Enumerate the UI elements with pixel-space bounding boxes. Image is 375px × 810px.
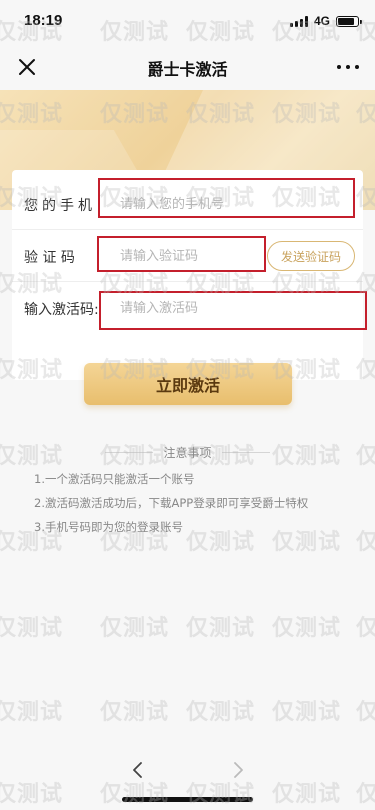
- home-indicator: [122, 797, 253, 802]
- watermark-text: 仅测试: [186, 616, 256, 641]
- phone-label: 您的手机: [24, 198, 96, 214]
- watermark-text: 仅测试: [272, 700, 342, 725]
- watermark-text: 仅测试: [100, 616, 170, 641]
- page-title: 爵士卡激活: [147, 60, 228, 79]
- watermark-text: 仅测试: [186, 700, 256, 725]
- notes-title: 注意事项: [163, 445, 212, 460]
- activation-code-input[interactable]: [120, 296, 330, 320]
- network-type: 4G: [313, 14, 330, 28]
- battery-icon: [336, 15, 362, 27]
- note-item: 3.手机号码即为您的登录账号: [34, 520, 183, 534]
- note-item: 1.一个激活码只能激活一个账号: [34, 472, 195, 486]
- verification-code-input[interactable]: [120, 244, 260, 268]
- notes-header: 注意事项: [0, 442, 375, 462]
- activation-row: 输入激活码:: [12, 282, 363, 334]
- watermark-text: 仅测试: [100, 700, 170, 725]
- watermark-text: 仅测试: [356, 616, 375, 641]
- code-row: 验 证 码 发送验证码: [12, 230, 363, 282]
- signal-icon: [289, 15, 308, 27]
- watermark-text: 仅测试: [272, 616, 342, 641]
- status-time: 18:19: [24, 12, 63, 29]
- notes-list: 1.一个激活码只能激活一个账号 2.激活码激活成功后，下载APP登录即可享受爵士…: [34, 472, 354, 544]
- status-indicators: 4G: [289, 13, 362, 29]
- nav-bar: 爵士卡激活: [0, 44, 375, 90]
- forward-arrow-icon[interactable]: [228, 760, 248, 780]
- send-code-button[interactable]: 发送验证码: [267, 241, 355, 271]
- watermark-text: 仅测试: [0, 616, 64, 641]
- activation-label: 输入激活码:: [24, 302, 99, 318]
- watermark-text: 仅测试: [0, 700, 64, 725]
- status-bar: 18:19 4G: [0, 0, 375, 44]
- more-icon[interactable]: [337, 58, 359, 76]
- activation-form: 您的手机 验 证 码 发送验证码 输入激活码:: [12, 170, 363, 380]
- phone-row: 您的手机: [12, 178, 363, 230]
- back-arrow-icon[interactable]: [128, 760, 148, 780]
- watermark-text: 仅测试: [356, 530, 375, 555]
- bottom-nav: [0, 750, 375, 790]
- code-label: 验 证 码: [24, 250, 75, 266]
- watermark-text: 仅测试: [356, 700, 375, 725]
- note-item: 2.激活码激活成功后，下载APP登录即可享受爵士特权: [34, 496, 309, 510]
- activate-button[interactable]: 立即激活: [84, 363, 292, 405]
- phone-input[interactable]: [120, 192, 330, 216]
